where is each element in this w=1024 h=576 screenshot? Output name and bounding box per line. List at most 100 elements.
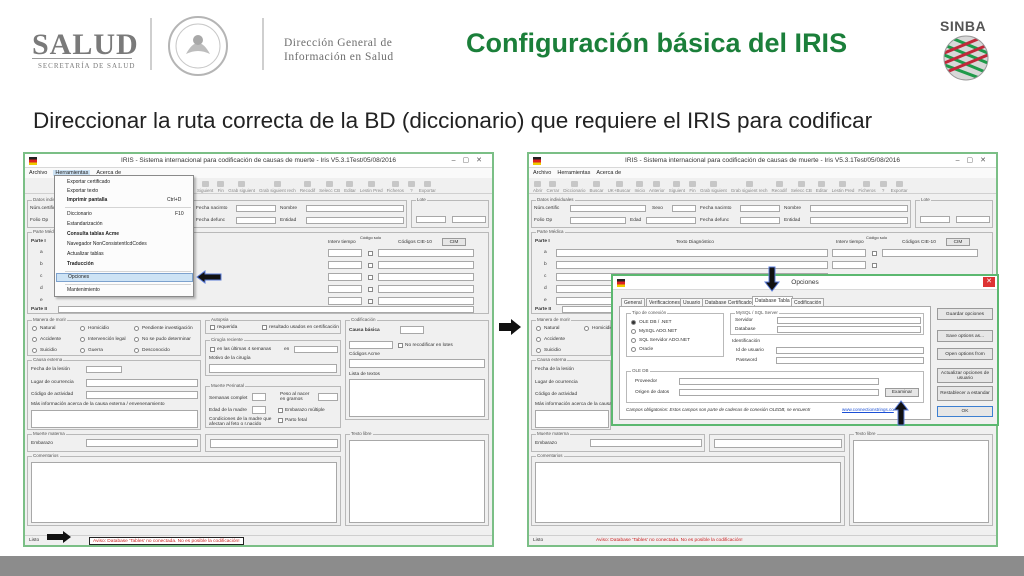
toolbar-fin[interactable]: Fin <box>689 181 696 193</box>
toolbar-ficheros[interactable]: Ficheros <box>858 181 876 193</box>
mas-info-field[interactable] <box>31 410 198 428</box>
menu-item-actualizar[interactable]: Actualizar tablas <box>67 251 104 257</box>
edad-madre-field[interactable] <box>252 406 266 414</box>
fecha-nac-field[interactable] <box>740 205 780 212</box>
menu-item-imprimir[interactable]: Imprimir pantalla <box>67 197 107 203</box>
cie-e[interactable] <box>378 297 474 305</box>
toolbar-selecc[interactable]: Selecc CB <box>791 181 812 193</box>
menu-item-consulta-acme[interactable]: Consulta tablas Acme <box>67 231 119 237</box>
lote-field-1[interactable] <box>920 216 950 223</box>
radio-homicidio[interactable] <box>584 326 589 331</box>
radio-suicidio[interactable] <box>536 348 541 353</box>
interval-a[interactable] <box>832 249 866 257</box>
password-field[interactable] <box>776 357 924 364</box>
diag-e[interactable] <box>556 297 612 305</box>
dialog-close-button[interactable]: ✕ <box>983 277 995 287</box>
menu-herramientas[interactable]: Herramientas <box>557 170 590 176</box>
texto-libre-field[interactable] <box>853 440 989 523</box>
ok-button[interactable]: OK <box>937 406 993 417</box>
toolbar-grab-sig[interactable]: Grab siguient <box>228 181 255 193</box>
toolbar-recodif[interactable]: Recodif <box>300 181 315 193</box>
toolbar-lestin[interactable]: Lestin Pred <box>832 181 854 193</box>
toolbar-grab-rech[interactable]: Grab siguient rech <box>259 181 296 193</box>
interval-e[interactable] <box>328 297 362 305</box>
diag-b[interactable] <box>556 261 828 269</box>
menu-archivo[interactable]: Archivo <box>533 170 551 176</box>
interval-d[interactable] <box>328 285 362 293</box>
nombre-field[interactable] <box>306 205 404 212</box>
check-parto-fetal[interactable] <box>278 418 283 423</box>
lote-field-2[interactable] <box>452 216 486 223</box>
radio-accidente[interactable] <box>536 337 541 342</box>
toolbar-fin[interactable]: Fin <box>217 181 225 193</box>
radio-sqlserver[interactable] <box>631 338 636 343</box>
comentarios-field[interactable] <box>31 462 337 523</box>
toolbar-editar[interactable]: Editar <box>344 181 356 193</box>
solo-check-e[interactable] <box>368 299 373 304</box>
toolbar-cerrar[interactable]: Cerrar <box>547 181 559 193</box>
peso-field[interactable] <box>318 393 338 401</box>
menu-acerca[interactable]: Acerca de <box>596 170 621 176</box>
radio-natural[interactable] <box>536 326 541 331</box>
toolbar-siguiente[interactable]: Siguient <box>197 181 213 193</box>
fecha-lesion-field[interactable] <box>86 366 122 373</box>
menu-item-traduccion[interactable]: Traducción <box>67 261 94 267</box>
save-options-as-button[interactable]: Save options as... <box>937 330 993 342</box>
check-resultado[interactable] <box>262 325 267 330</box>
toolbar-selecc[interactable]: Selecc CB <box>319 181 340 193</box>
cie-d[interactable] <box>378 285 474 293</box>
radio-guerra[interactable] <box>80 348 85 353</box>
menu-item-exportar-cert[interactable]: Exportar certificado <box>67 179 110 185</box>
open-options-button[interactable]: Open options from <box>937 348 993 360</box>
radio-desconocido[interactable] <box>134 348 139 353</box>
cim-button[interactable]: CIM <box>946 238 970 246</box>
toolbar-help[interactable]: ? <box>879 181 887 193</box>
cie-c[interactable] <box>378 273 474 281</box>
actualizar-opciones-button[interactable]: Actualizar opciones de usuario <box>937 368 993 383</box>
fecha-nac-field[interactable] <box>236 205 276 212</box>
folio-field[interactable] <box>570 217 626 224</box>
cie-a[interactable] <box>378 249 474 257</box>
materna-field[interactable] <box>714 439 842 448</box>
entidad-field[interactable] <box>810 217 908 224</box>
interval-b[interactable] <box>832 261 866 269</box>
toolbar-siguiente[interactable]: Siguient <box>669 181 685 193</box>
radio-suicidio[interactable] <box>32 348 37 353</box>
toolbar-ficheros[interactable]: Ficheros <box>387 181 404 193</box>
check-no-recodificar[interactable] <box>398 343 403 348</box>
comentarios-field[interactable] <box>535 462 841 523</box>
solo-check-a[interactable] <box>368 251 373 256</box>
menu-archivo[interactable]: Archivo <box>29 170 47 176</box>
menu-item-exportar-texto[interactable]: Exportar texto <box>67 188 98 194</box>
cim-button[interactable]: CIM <box>442 238 466 246</box>
radio-oledb[interactable] <box>631 320 636 325</box>
menu-item-mantenimiento[interactable]: Mantenimiento <box>67 287 100 293</box>
toolbar-grab-rech[interactable]: Grab siguient rech <box>731 181 768 193</box>
servidor-field[interactable] <box>777 317 921 324</box>
radio-oracle[interactable] <box>631 347 636 352</box>
fecha-def-field[interactable] <box>236 217 276 224</box>
embarazo-select[interactable] <box>590 439 702 447</box>
lugar-select[interactable] <box>86 379 198 387</box>
cie-a[interactable] <box>882 249 978 257</box>
solo-check-d[interactable] <box>368 287 373 292</box>
sexo-field[interactable] <box>672 205 696 212</box>
guardar-opciones-button[interactable]: Guardar opciones <box>937 308 993 320</box>
check-ultimas[interactable] <box>210 347 215 352</box>
database-field[interactable] <box>777 326 921 333</box>
toolbar-buscar[interactable]: Buscar <box>590 181 604 193</box>
toolbar-inicio[interactable]: Inicio <box>634 181 645 193</box>
proveedor-field[interactable] <box>679 378 879 385</box>
cie-b[interactable] <box>378 261 474 269</box>
radio-homicidio[interactable] <box>80 326 85 331</box>
actividad-select[interactable] <box>86 391 198 399</box>
toolbar-grab-sig[interactable]: Grab siguient <box>700 181 727 193</box>
radio-pendiente[interactable] <box>134 326 139 331</box>
toolbar-anterior[interactable]: Anterior <box>649 181 665 193</box>
codigos-acme-field[interactable] <box>349 359 485 368</box>
mas-info-field[interactable] <box>535 410 609 428</box>
materna-field[interactable] <box>210 439 338 448</box>
origen-field[interactable] <box>679 389 879 396</box>
check-requerida[interactable] <box>210 325 215 330</box>
interval-a[interactable] <box>328 249 362 257</box>
